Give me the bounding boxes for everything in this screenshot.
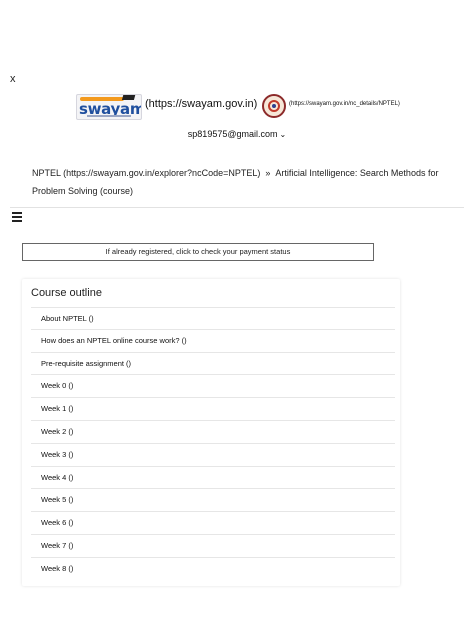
nptel-details-link[interactable]: (https://swayam.gov.in/nc_details/NPTEL) <box>289 101 400 107</box>
swayam-logo[interactable]: swayam <box>76 94 142 120</box>
course-outline-list: About NPTEL () How does an NPTEL online … <box>31 307 395 581</box>
breadcrumb: NPTEL (https://swayam.gov.in/explorer?nc… <box>32 164 442 200</box>
check-payment-status-button[interactable]: If already registered, click to check yo… <box>22 243 374 261</box>
outline-item-week-4[interactable]: Week 4 () <box>31 467 395 490</box>
outline-item-week-8[interactable]: Week 8 () <box>31 558 395 581</box>
outline-item-week-5[interactable]: Week 5 () <box>31 489 395 513</box>
outline-item-how-course-works[interactable]: How does an NPTEL online course work? () <box>31 330 395 353</box>
user-menu[interactable]: sp819575@gmail.com ⌄ <box>0 129 474 139</box>
breadcrumb-nptel-link[interactable]: NPTEL (https://swayam.gov.in/explorer?nc… <box>32 168 260 178</box>
outline-item-week-3[interactable]: Week 3 () <box>31 444 395 467</box>
outline-item-week-7[interactable]: Week 7 () <box>31 535 395 558</box>
close-icon[interactable]: x <box>10 73 16 85</box>
hamburger-menu-icon[interactable] <box>12 212 22 222</box>
outline-item-prerequisite[interactable]: Pre-requisite assignment () <box>31 353 395 376</box>
outline-item-week-0[interactable]: Week 0 () <box>31 375 395 399</box>
divider <box>10 207 464 208</box>
breadcrumb-separator: » <box>265 168 271 178</box>
user-email[interactable]: sp819575@gmail.com <box>188 129 278 139</box>
course-outline-panel: Course outline About NPTEL () How does a… <box>22 279 400 586</box>
brand-header: swayam (https://swayam.gov.in) (https://… <box>0 92 474 124</box>
nptel-logo[interactable] <box>262 94 286 118</box>
outline-item-week-2[interactable]: Week 2 () <box>31 421 395 444</box>
course-outline-title: Course outline <box>31 287 102 299</box>
chevron-down-icon[interactable]: ⌄ <box>279 130 286 139</box>
swayam-home-link[interactable]: (https://swayam.gov.in) <box>145 98 257 110</box>
outline-item-about-nptel[interactable]: About NPTEL () <box>31 307 395 330</box>
outline-item-week-6[interactable]: Week 6 () <box>31 512 395 535</box>
outline-item-week-1[interactable]: Week 1 () <box>31 398 395 421</box>
